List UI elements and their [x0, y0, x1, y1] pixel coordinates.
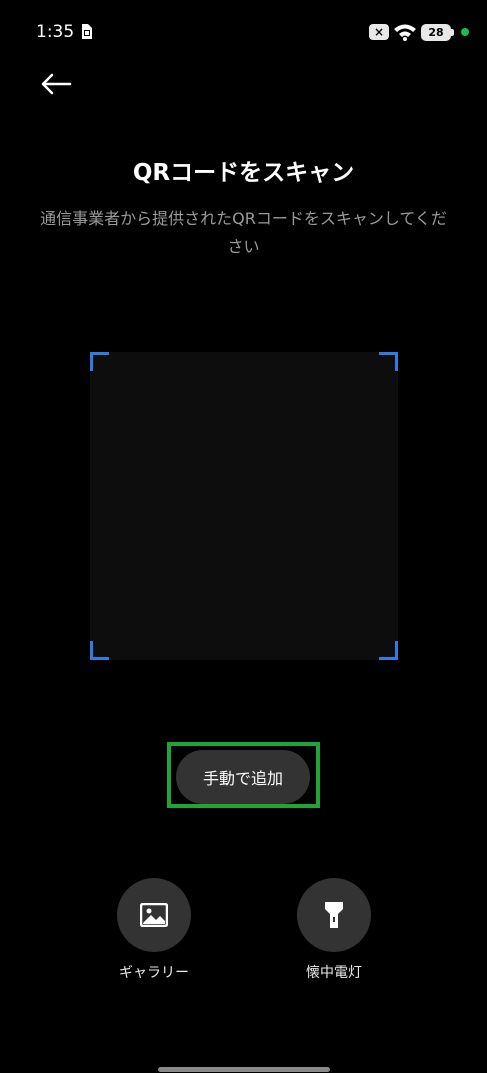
gallery-button[interactable]	[117, 878, 191, 952]
status-bar: 1:35 × 28	[0, 0, 487, 64]
flashlight-button[interactable]	[297, 878, 371, 952]
page-title: QRコードをスキャン	[132, 160, 355, 186]
viewfinder-corner-bottom-left	[90, 641, 109, 660]
manual-add-button[interactable]: 手動で追加	[176, 750, 310, 804]
battery-icon: 28	[421, 23, 454, 41]
viewfinder-corner-top-left	[90, 352, 109, 371]
home-indicator[interactable]	[158, 1067, 330, 1072]
gallery-action[interactable]: ギャラリー	[104, 878, 204, 982]
viewfinder-corner-top-right	[379, 352, 398, 371]
flashlight-label: 懐中電灯	[306, 965, 362, 981]
page-subtitle: 通信事業者から提供されたQRコードをスキャンしてください	[40, 209, 447, 256]
flashlight-action[interactable]: 懐中電灯	[284, 878, 384, 982]
qr-scanner-viewfinder	[90, 352, 398, 660]
sim-card-icon	[82, 24, 92, 39]
gallery-label: ギャラリー	[119, 965, 189, 981]
wifi-icon	[394, 24, 416, 41]
flashlight-icon	[325, 902, 343, 928]
no-sim-icon: ×	[369, 24, 389, 40]
image-icon	[140, 903, 168, 927]
viewfinder-corner-bottom-right	[379, 641, 398, 660]
status-icons: × 28	[369, 22, 469, 42]
status-time: 1:35	[36, 22, 75, 42]
back-button[interactable]	[34, 64, 78, 104]
privacy-dot-icon	[461, 28, 469, 36]
arrow-left-icon	[41, 73, 72, 95]
